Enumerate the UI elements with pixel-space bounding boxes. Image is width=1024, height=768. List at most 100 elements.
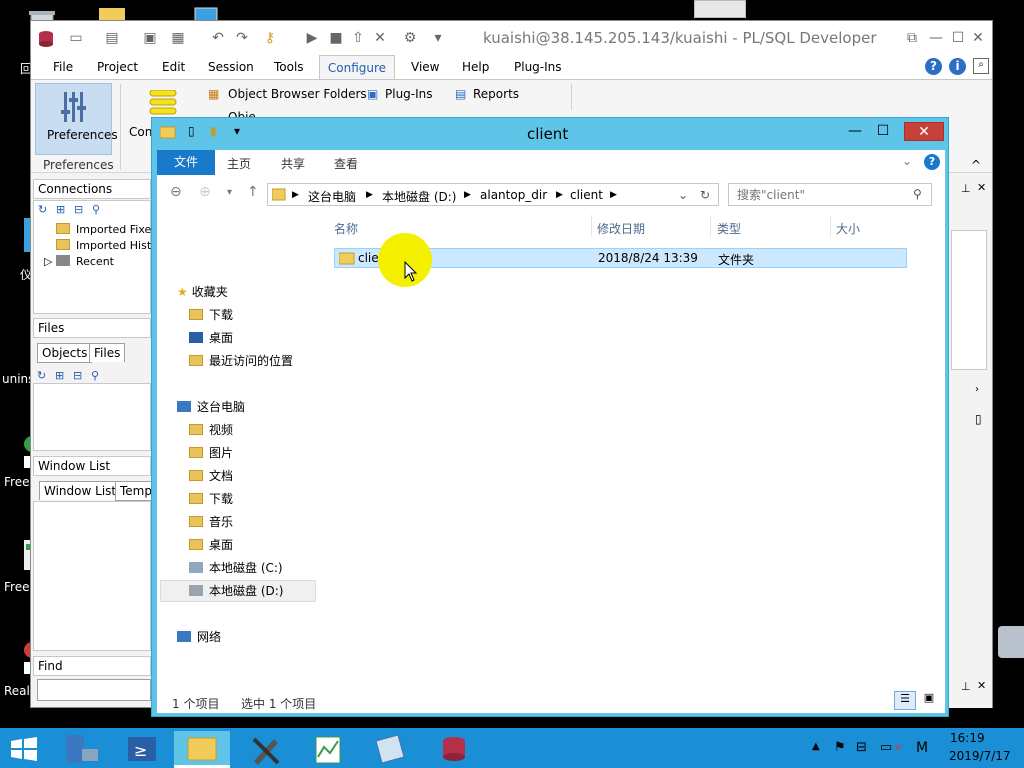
nav-videos[interactable]: 视频 (189, 421, 233, 438)
taskbar-chart-app-icon[interactable] (300, 731, 356, 768)
tab-file[interactable]: File (53, 60, 73, 74)
breadcrumb-this-pc[interactable]: 这台电脑 (308, 188, 356, 205)
tree-item-recent[interactable]: ▷ Recent (44, 255, 114, 268)
options-icon[interactable]: ⌕ (973, 58, 989, 74)
pin-icon[interactable]: ⊥ (961, 182, 971, 195)
taskbar-plsql-icon[interactable] (426, 731, 482, 768)
expand-icon[interactable]: ▷ (44, 255, 56, 268)
redo-icon[interactable]: ↷ (233, 29, 251, 47)
tray-flag-icon[interactable]: ⚑ (834, 740, 846, 755)
tab-view[interactable]: 查看 (334, 155, 358, 172)
close-panel-icon-2[interactable]: ✕ (977, 679, 986, 692)
breadcrumb-separator-icon[interactable]: ▶ (556, 190, 563, 200)
nav-desktop[interactable]: 桌面 (189, 536, 233, 553)
new-icon[interactable]: ▭ (67, 29, 85, 47)
new-doc-icon[interactable]: ▯ (975, 412, 982, 426)
tree-item-imported-fixed[interactable]: Imported Fixe (56, 223, 151, 236)
scroll-right-icon[interactable]: › (975, 384, 979, 395)
nav-drive-c[interactable]: 本地磁盘 (C:) (189, 559, 283, 576)
rollback-icon[interactable]: ✕ (371, 29, 389, 47)
column-header-size[interactable]: 大小 (836, 220, 860, 237)
link-icon[interactable]: ⚲ (91, 369, 99, 382)
reports-button[interactable]: Reports (473, 87, 519, 101)
taskbar-powershell-icon[interactable]: ≥ (114, 731, 170, 768)
taskbar-explorer-icon[interactable] (174, 731, 230, 768)
tray-network-icon[interactable]: ⊟ (856, 740, 867, 755)
tools-icon[interactable]: ⚙ (401, 29, 419, 47)
nav-music[interactable]: 音乐 (189, 513, 233, 530)
minimize-button[interactable]: — (842, 122, 868, 141)
qa-dropdown-icon[interactable]: ▾ (234, 124, 240, 138)
nav-network[interactable]: 网络 (177, 628, 221, 645)
undo-icon[interactable]: ↶ (209, 29, 227, 47)
pin-icon-2[interactable]: ⊥ (961, 680, 971, 693)
close-button[interactable]: ✕ (904, 122, 944, 141)
address-dropdown-icon[interactable]: ⌄ (678, 188, 688, 202)
tab-edit[interactable]: Edit (162, 60, 185, 74)
tray-expand-icon[interactable]: ▲ (812, 741, 820, 752)
tab-home[interactable]: 主页 (227, 155, 251, 172)
tree-item-imported-history[interactable]: Imported Hist (56, 239, 151, 252)
breadcrumb-separator-icon[interactable]: ▶ (292, 190, 299, 200)
qa-properties-icon[interactable]: ▯ (188, 124, 195, 138)
refresh-icon[interactable]: ↻ (37, 369, 46, 382)
teamviewer-side-tab[interactable] (998, 626, 1024, 658)
tab-help[interactable]: Help (462, 60, 489, 74)
con-label[interactable]: Con (129, 125, 152, 139)
close-panel-icon[interactable]: ✕ (977, 181, 986, 194)
add-icon[interactable]: ⊞ (55, 369, 64, 382)
open-icon[interactable]: ▤ (103, 29, 121, 47)
help-icon[interactable]: ? (924, 154, 940, 170)
add-icon[interactable]: ⊞ (56, 203, 65, 216)
nav-fav-desktop[interactable]: 桌面 (189, 329, 233, 346)
clock-time[interactable]: 16:19 (950, 731, 985, 745)
column-header-type[interactable]: 类型 (717, 220, 741, 237)
tab-plugins[interactable]: Plug-Ins (514, 60, 562, 74)
taskbar-tools-icon[interactable] (238, 731, 294, 768)
window-list-content[interactable] (33, 501, 151, 651)
breadcrumb-separator-icon[interactable]: ▶ (366, 190, 373, 200)
tab-share[interactable]: 共享 (281, 155, 305, 172)
minimize-icon[interactable]: — (927, 29, 945, 47)
recent-locations-icon[interactable]: ▾ (227, 187, 232, 198)
nav-drive-d[interactable]: 本地磁盘 (D:) (189, 582, 283, 599)
back-icon[interactable]: ⊖ (170, 184, 182, 200)
qa-dropdown-icon[interactable]: ▾ (429, 29, 447, 47)
tab-tools[interactable]: Tools (274, 60, 304, 74)
large-icons-view-icon[interactable]: ▣ (919, 691, 939, 710)
tray-ime-indicator[interactable]: M (916, 740, 928, 756)
execute-icon[interactable]: ▶ (303, 29, 321, 47)
remove-icon[interactable]: ⊟ (74, 203, 83, 216)
breadcrumb-separator-icon[interactable]: ▶ (464, 190, 471, 200)
nav-this-pc[interactable]: 这台电脑 (177, 398, 245, 415)
preferences-button[interactable]: Preferences (35, 83, 112, 155)
breadcrumb-client[interactable]: client (570, 188, 603, 202)
nav-fav-recent[interactable]: 最近访问的位置 (189, 352, 293, 369)
tab-view[interactable]: View (411, 60, 439, 74)
tab-configure[interactable]: Configure (319, 55, 395, 80)
search-input[interactable] (737, 187, 907, 202)
forward-icon[interactable]: ⊕ (199, 184, 211, 200)
nav-downloads[interactable]: 下载 (189, 490, 233, 507)
close-icon[interactable]: ✕ (969, 29, 987, 47)
breadcrumb-alantop-dir[interactable]: alantop_dir (480, 188, 547, 202)
maximize-icon[interactable]: ☐ (949, 29, 967, 47)
maximize-button[interactable]: ☐ (870, 122, 896, 141)
save-icon[interactable]: ▣ (141, 29, 159, 47)
object-browser-folders-button[interactable]: Object Browser Folders (228, 87, 367, 101)
info-icon[interactable]: i (949, 58, 966, 75)
tab-files[interactable]: Files (89, 343, 125, 362)
start-icon[interactable] (10, 737, 38, 761)
restore-ribbon-icon[interactable]: ⧉ (903, 29, 921, 47)
tab-file[interactable]: 文件 (157, 150, 215, 175)
expand-ribbon-icon[interactable]: ⌄ (902, 154, 912, 168)
breadcrumb-drive-d[interactable]: 本地磁盘 (D:) (382, 188, 456, 205)
tab-window-list[interactable]: Window List (39, 481, 121, 500)
column-header-name[interactable]: 名称 (334, 220, 358, 237)
remove-icon[interactable]: ⊟ (73, 369, 82, 382)
search-box[interactable]: ⚲ (728, 183, 932, 206)
print-icon[interactable]: ▦ (169, 29, 187, 47)
breadcrumb-separator-icon[interactable]: ▶ (610, 190, 617, 200)
details-view-icon[interactable]: ☰ (894, 691, 916, 710)
clock-date[interactable]: 2019/7/17 (949, 749, 1011, 763)
